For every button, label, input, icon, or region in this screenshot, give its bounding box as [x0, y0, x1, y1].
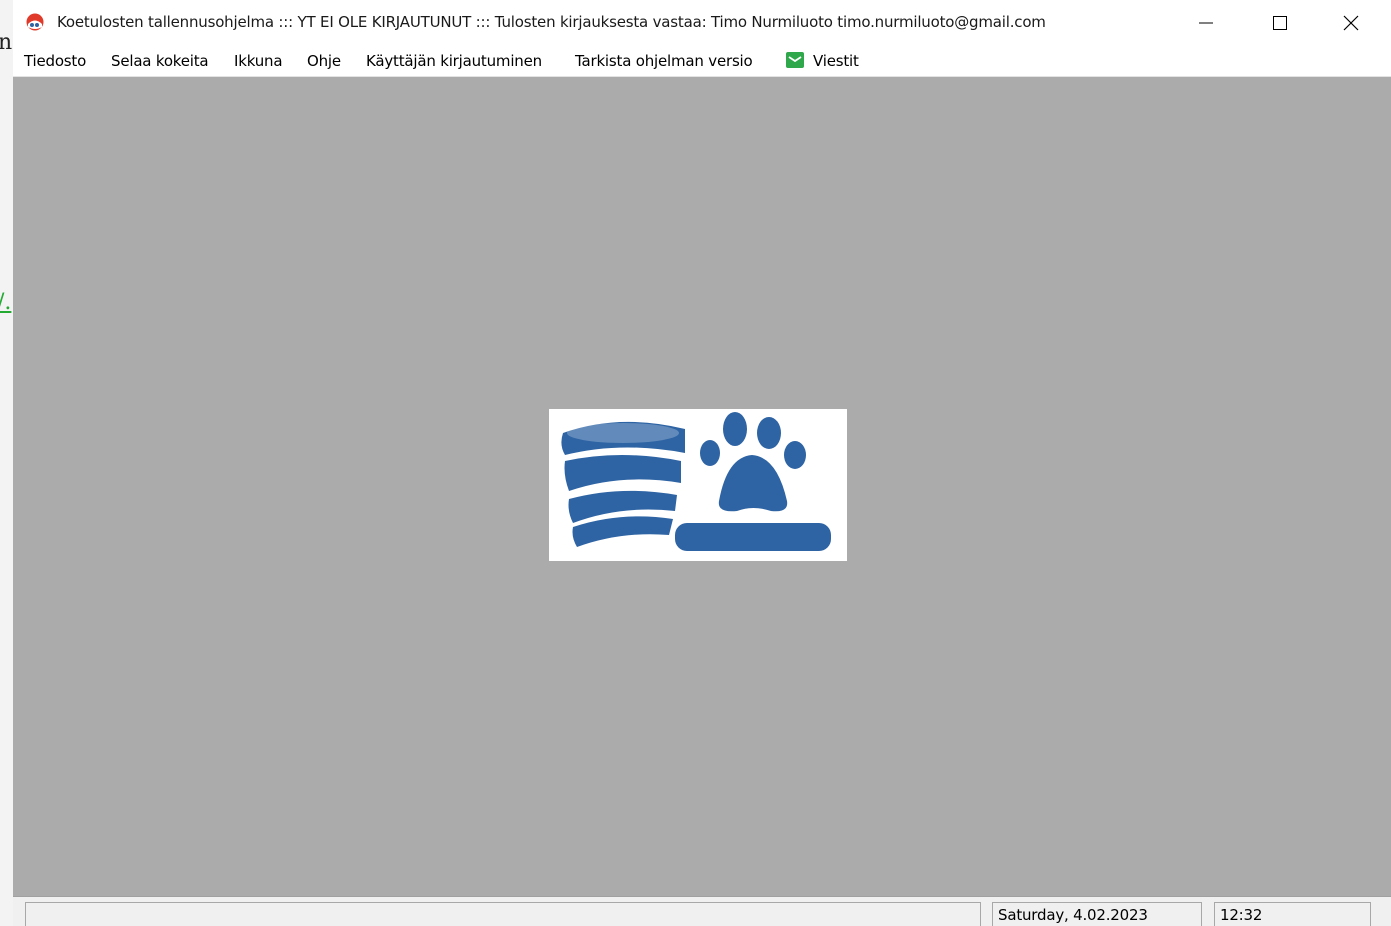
menu-ohje[interactable]: Ohje: [307, 52, 341, 70]
menu-bar: Tiedosto Selaa kokeita Ikkuna Ohje Käytt…: [13, 46, 1391, 77]
app-logo: [549, 409, 847, 561]
maximize-button[interactable]: [1245, 0, 1315, 46]
menu-selaa-kokeita[interactable]: Selaa kokeita: [111, 52, 209, 70]
app-window: Koetulosten tallennusohjelma ::: YT EI O…: [13, 0, 1391, 926]
status-time: 12:32: [1220, 906, 1263, 924]
background-page: n /.: [0, 0, 13, 926]
menu-kayttajan-kirjautuminen[interactable]: Käyttäjän kirjautuminen: [366, 52, 542, 70]
minimize-icon: [1199, 22, 1213, 24]
status-bar: Saturday, 4.02.2023 12:32: [13, 896, 1391, 926]
menu-ikkuna[interactable]: Ikkuna: [234, 52, 283, 70]
close-button[interactable]: [1316, 0, 1386, 46]
menu-tarkista-versio[interactable]: Tarkista ohjelman versio: [575, 52, 753, 70]
title-bar[interactable]: Koetulosten tallennusohjelma ::: YT EI O…: [13, 0, 1391, 46]
maximize-icon: [1273, 16, 1287, 30]
minimize-button[interactable]: [1171, 0, 1241, 46]
app-icon: [26, 13, 44, 31]
close-icon: [1343, 15, 1359, 31]
mail-icon[interactable]: [785, 51, 805, 69]
database-paw-logo-icon: [561, 412, 831, 551]
menu-viestit[interactable]: Viestit: [813, 52, 859, 70]
background-link[interactable]: /.: [0, 290, 11, 315]
window-title: Koetulosten tallennusohjelma ::: YT EI O…: [57, 13, 1046, 31]
background-text: n: [0, 30, 13, 55]
status-date: Saturday, 4.02.2023: [998, 906, 1148, 924]
status-panel-main: [25, 902, 981, 926]
menu-tiedosto[interactable]: Tiedosto: [24, 52, 86, 70]
